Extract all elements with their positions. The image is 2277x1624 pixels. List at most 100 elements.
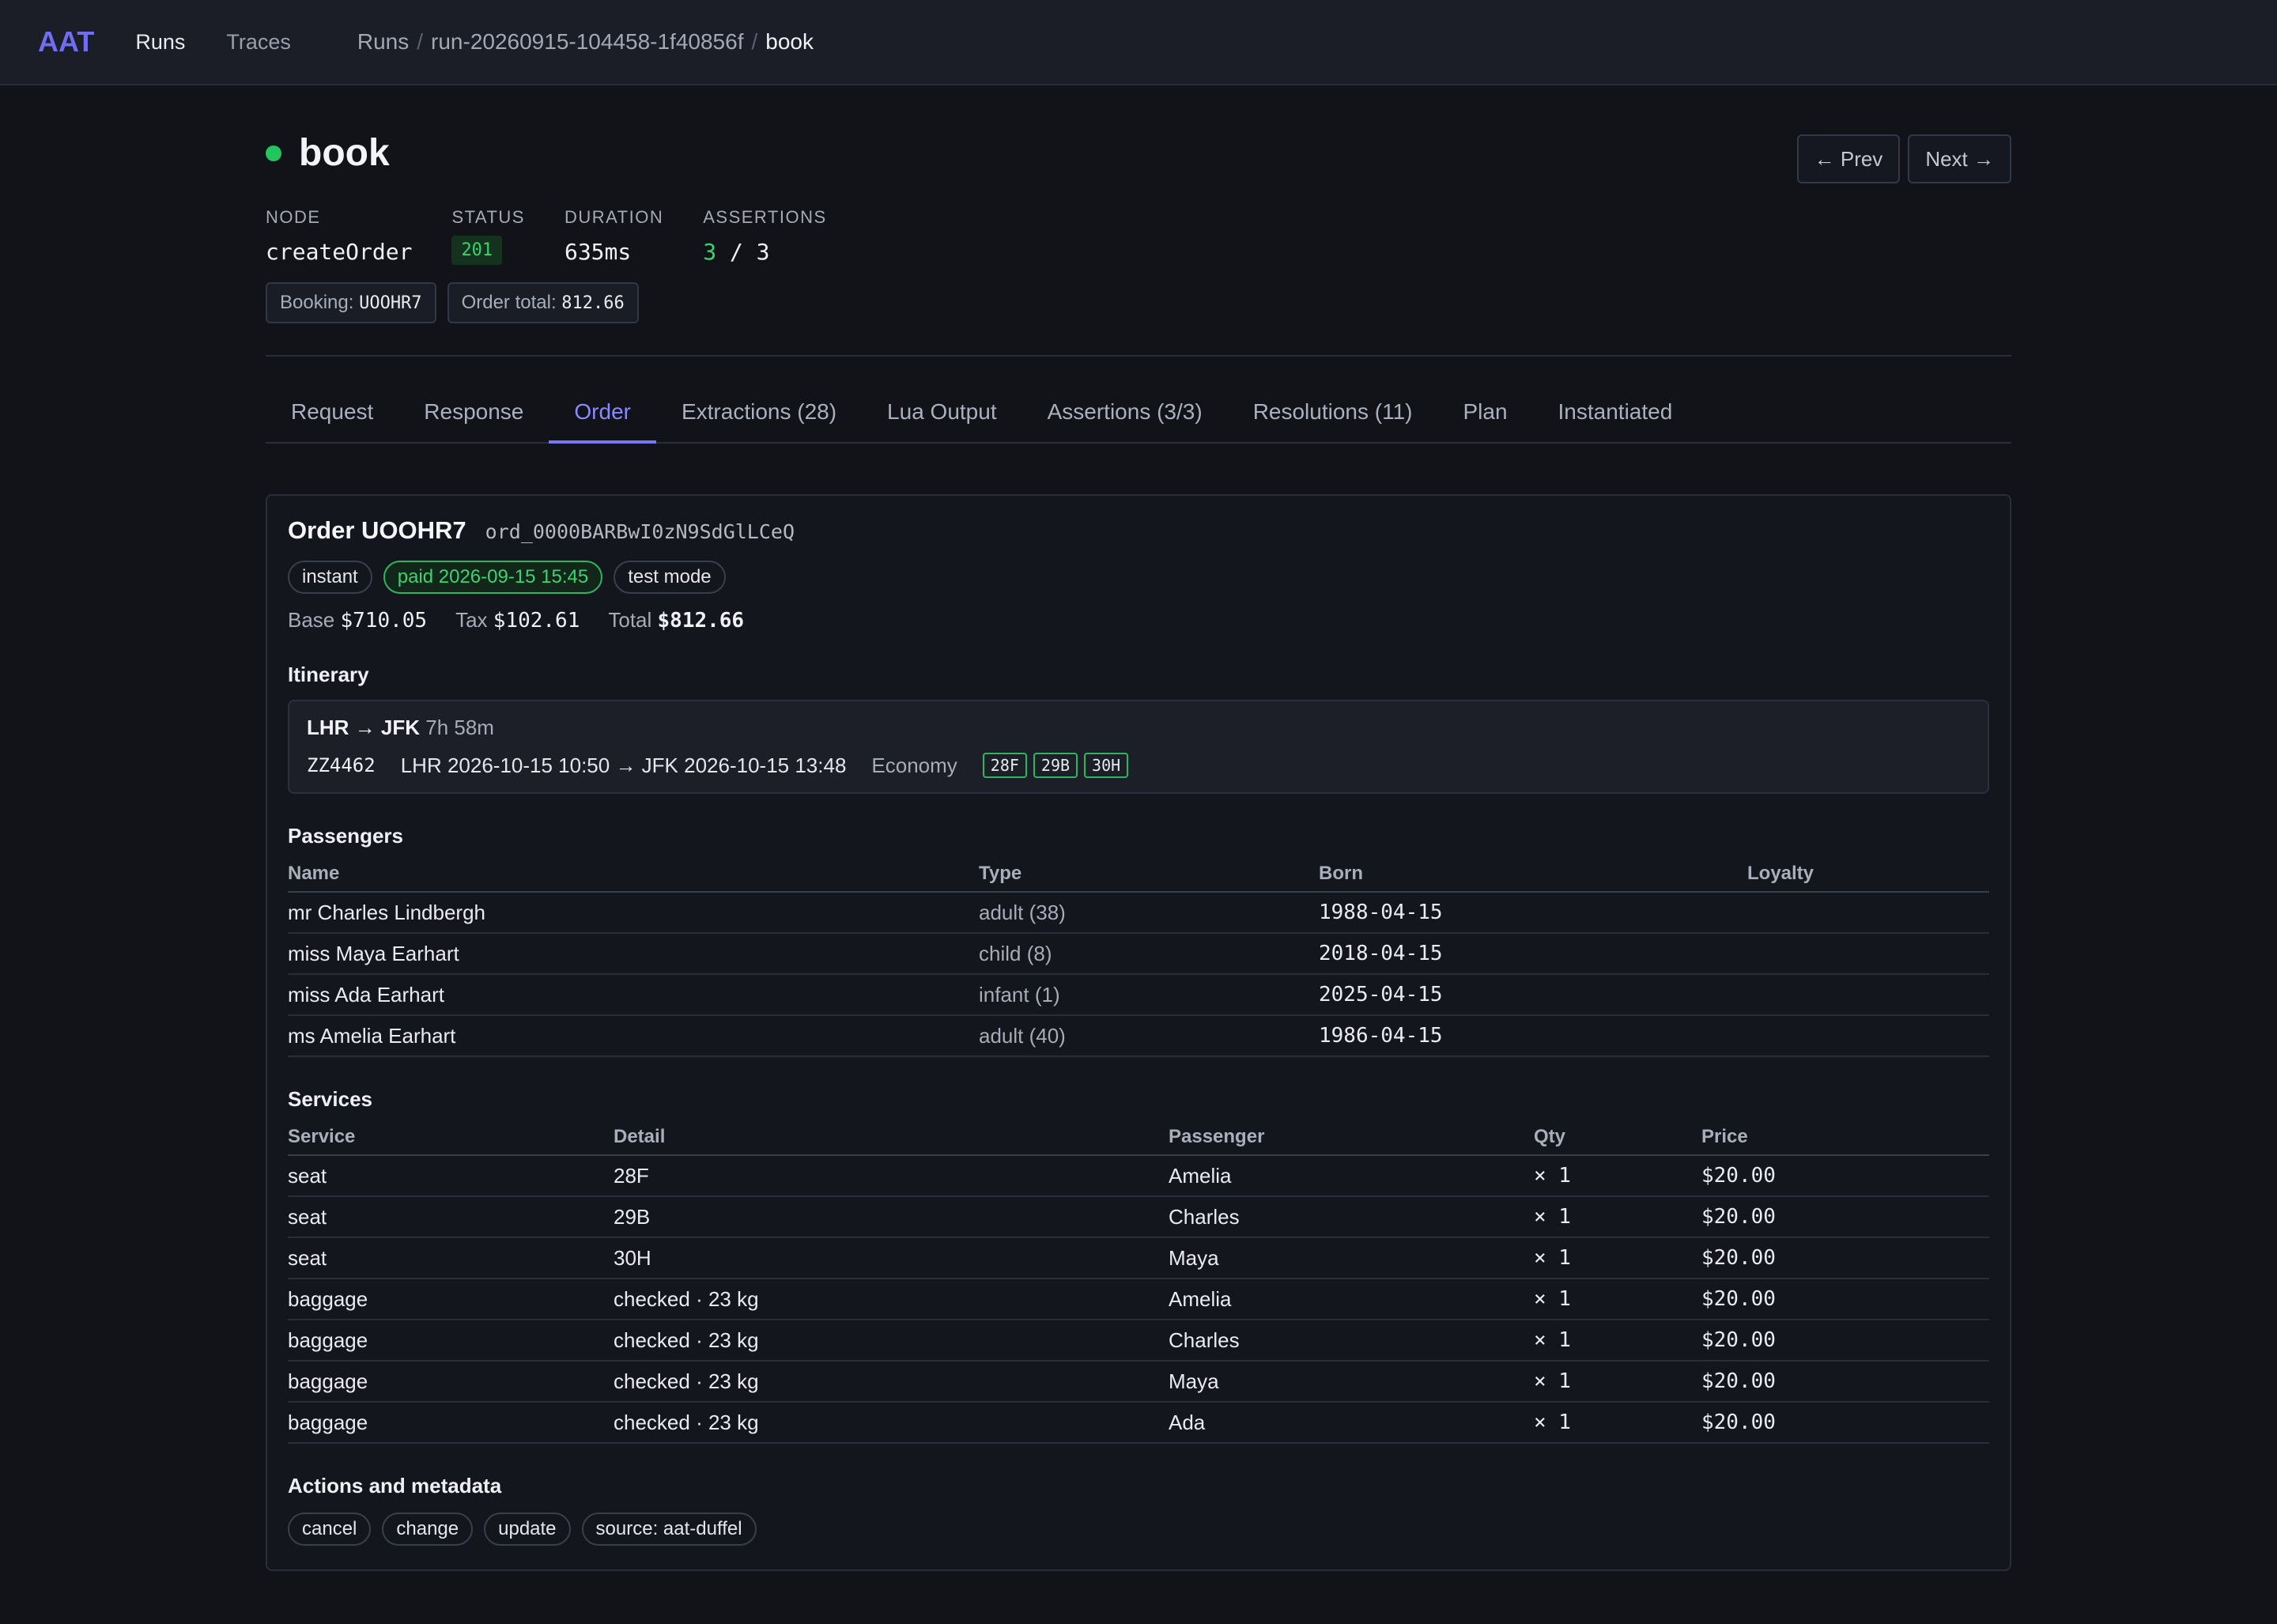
breadcrumb-run[interactable]: run-20260915-104458-1f40856f	[431, 29, 743, 55]
divider	[266, 355, 2011, 357]
column-header: Name	[288, 863, 979, 893]
service-name: baggage	[288, 1402, 614, 1444]
brand-logo[interactable]: AAT	[38, 25, 94, 59]
table-row: baggage checked · 23 kg Charles × 1 $20.…	[288, 1320, 1989, 1362]
passenger-loyalty	[1747, 892, 1989, 934]
booking-value: UOOHR7	[359, 293, 422, 313]
order-id: ord_0000BARBwI0zN9SdGlLCeQ	[485, 520, 795, 543]
booking-label: Booking:	[280, 292, 354, 313]
nav-link-traces[interactable]: Traces	[226, 30, 291, 55]
service-passenger: Ada	[1169, 1402, 1534, 1444]
table-row: baggage checked · 23 kg Ada × 1 $20.00	[288, 1402, 1989, 1444]
passenger-name: ms Amelia Earhart	[288, 1015, 979, 1057]
order-pill-instant: instant	[288, 561, 372, 594]
order-total-value: 812.66	[561, 293, 625, 313]
service-name: seat	[288, 1237, 614, 1279]
table-row: ms Amelia Earhart adult (40) 1986-04-15	[288, 1015, 1989, 1057]
action-update[interactable]: update	[484, 1513, 571, 1546]
service-price: $20.00	[1701, 1278, 1989, 1320]
total-label: Total	[608, 608, 652, 632]
action-cancel[interactable]: cancel	[288, 1513, 372, 1546]
tab-order[interactable]: Order	[549, 399, 656, 444]
table-row: baggage checked · 23 kg Maya × 1 $20.00	[288, 1361, 1989, 1403]
cabin-class: Economy	[871, 753, 957, 777]
service-detail: checked · 23 kg	[614, 1320, 1169, 1362]
itinerary-route: LHR → JFK	[307, 716, 420, 739]
breadcrumb-runs[interactable]: Runs	[357, 29, 409, 55]
passenger-loyalty	[1747, 1015, 1989, 1057]
node-value: createOrder	[266, 239, 413, 265]
passenger-name: miss Maya Earhart	[288, 933, 979, 975]
column-header: Type	[979, 863, 1319, 893]
flight-number: ZZ4462	[307, 754, 376, 776]
tab-resolutions[interactable]: Resolutions (11)	[1228, 399, 1438, 442]
tab-response[interactable]: Response	[398, 399, 549, 442]
base-label: Base	[288, 608, 335, 632]
table-row: baggage checked · 23 kg Amelia × 1 $20.0…	[288, 1278, 1989, 1320]
service-price: $20.00	[1701, 1402, 1989, 1444]
main-content: book ← Prev Next → NODE createOrder STAT…	[266, 85, 2011, 1571]
service-price: $20.00	[1701, 1155, 1989, 1197]
service-qty: × 1	[1534, 1361, 1701, 1403]
tab-request[interactable]: Request	[266, 399, 398, 442]
service-passenger: Amelia	[1169, 1155, 1534, 1197]
order-amounts: Base $710.05 Tax $102.61 Total $812.66	[288, 608, 1989, 633]
service-qty: × 1	[1534, 1155, 1701, 1197]
breadcrumb-separator: /	[417, 29, 424, 54]
prev-button[interactable]: ← Prev	[1796, 134, 1901, 183]
services-heading: Services	[288, 1087, 372, 1111]
tab-lua-output[interactable]: Lua Output	[862, 399, 1022, 442]
service-detail: 30H	[614, 1237, 1169, 1279]
service-passenger: Amelia	[1169, 1278, 1534, 1320]
column-header: Loyalty	[1747, 863, 1989, 893]
service-name: baggage	[288, 1361, 614, 1403]
tab-extractions[interactable]: Extractions (28)	[656, 399, 862, 442]
order-title: Order UOOHR7	[288, 516, 466, 544]
status-dot-icon	[266, 145, 281, 161]
order-pill-test-mode: test mode	[614, 561, 726, 594]
table-row: mr Charles Lindbergh adult (38) 1988-04-…	[288, 892, 1989, 934]
top-nav: AAT Runs Traces Runs / run-20260915-1044…	[0, 0, 2277, 85]
total-value: $812.66	[657, 609, 745, 633]
services-table: Service Detail Passenger Qty Price seat …	[288, 1126, 1989, 1444]
page-title: book	[299, 132, 390, 174]
booking-chip: Booking: UOOHR7	[266, 282, 436, 323]
column-header: Born	[1319, 863, 1747, 893]
actions-heading: Actions and metadata	[288, 1474, 502, 1497]
passenger-born: 2025-04-15	[1319, 974, 1747, 1016]
service-passenger: Charles	[1169, 1196, 1534, 1238]
order-total-chip: Order total: 812.66	[447, 282, 639, 323]
passenger-type: adult (40)	[979, 1015, 1319, 1057]
tab-assertions[interactable]: Assertions (3/3)	[1022, 399, 1228, 442]
action-change[interactable]: change	[382, 1513, 474, 1546]
service-passenger: Maya	[1169, 1361, 1534, 1403]
passenger-name: mr Charles Lindbergh	[288, 892, 979, 934]
order-card: Order UOOHR7 ord_0000BARBwI0zN9SdGlLCeQ …	[266, 494, 2011, 1571]
passenger-name: miss Ada Earhart	[288, 974, 979, 1016]
node-label: NODE	[266, 207, 321, 227]
next-button[interactable]: Next →	[1908, 134, 2011, 183]
tax-label: Tax	[455, 608, 488, 632]
service-qty: × 1	[1534, 1196, 1701, 1238]
passenger-born: 1988-04-15	[1319, 892, 1747, 934]
assertions-passed: 3	[703, 239, 717, 265]
passenger-type: adult (38)	[979, 892, 1319, 934]
service-price: $20.00	[1701, 1361, 1989, 1403]
column-header: Price	[1701, 1126, 1989, 1156]
table-row: seat 29B Charles × 1 $20.00	[288, 1196, 1989, 1238]
segment-times: LHR 2026-10-15 10:50 → JFK 2026-10-15 13…	[400, 753, 847, 777]
tab-instantiated[interactable]: Instantiated	[1533, 399, 1698, 442]
service-price: $20.00	[1701, 1237, 1989, 1279]
service-name: seat	[288, 1155, 614, 1197]
duration-label: DURATION	[564, 207, 664, 227]
passenger-born: 2018-04-15	[1319, 933, 1747, 975]
nav-link-runs[interactable]: Runs	[135, 30, 185, 55]
seat-chip: 28F	[982, 753, 1027, 778]
service-detail: 28F	[614, 1155, 1169, 1197]
passenger-type: infant (1)	[979, 974, 1319, 1016]
tab-plan[interactable]: Plan	[1437, 399, 1532, 442]
passengers-table: Name Type Born Loyalty mr Charles Lindbe…	[288, 863, 1989, 1057]
service-passenger: Maya	[1169, 1237, 1534, 1279]
service-qty: × 1	[1534, 1278, 1701, 1320]
service-name: baggage	[288, 1320, 614, 1362]
